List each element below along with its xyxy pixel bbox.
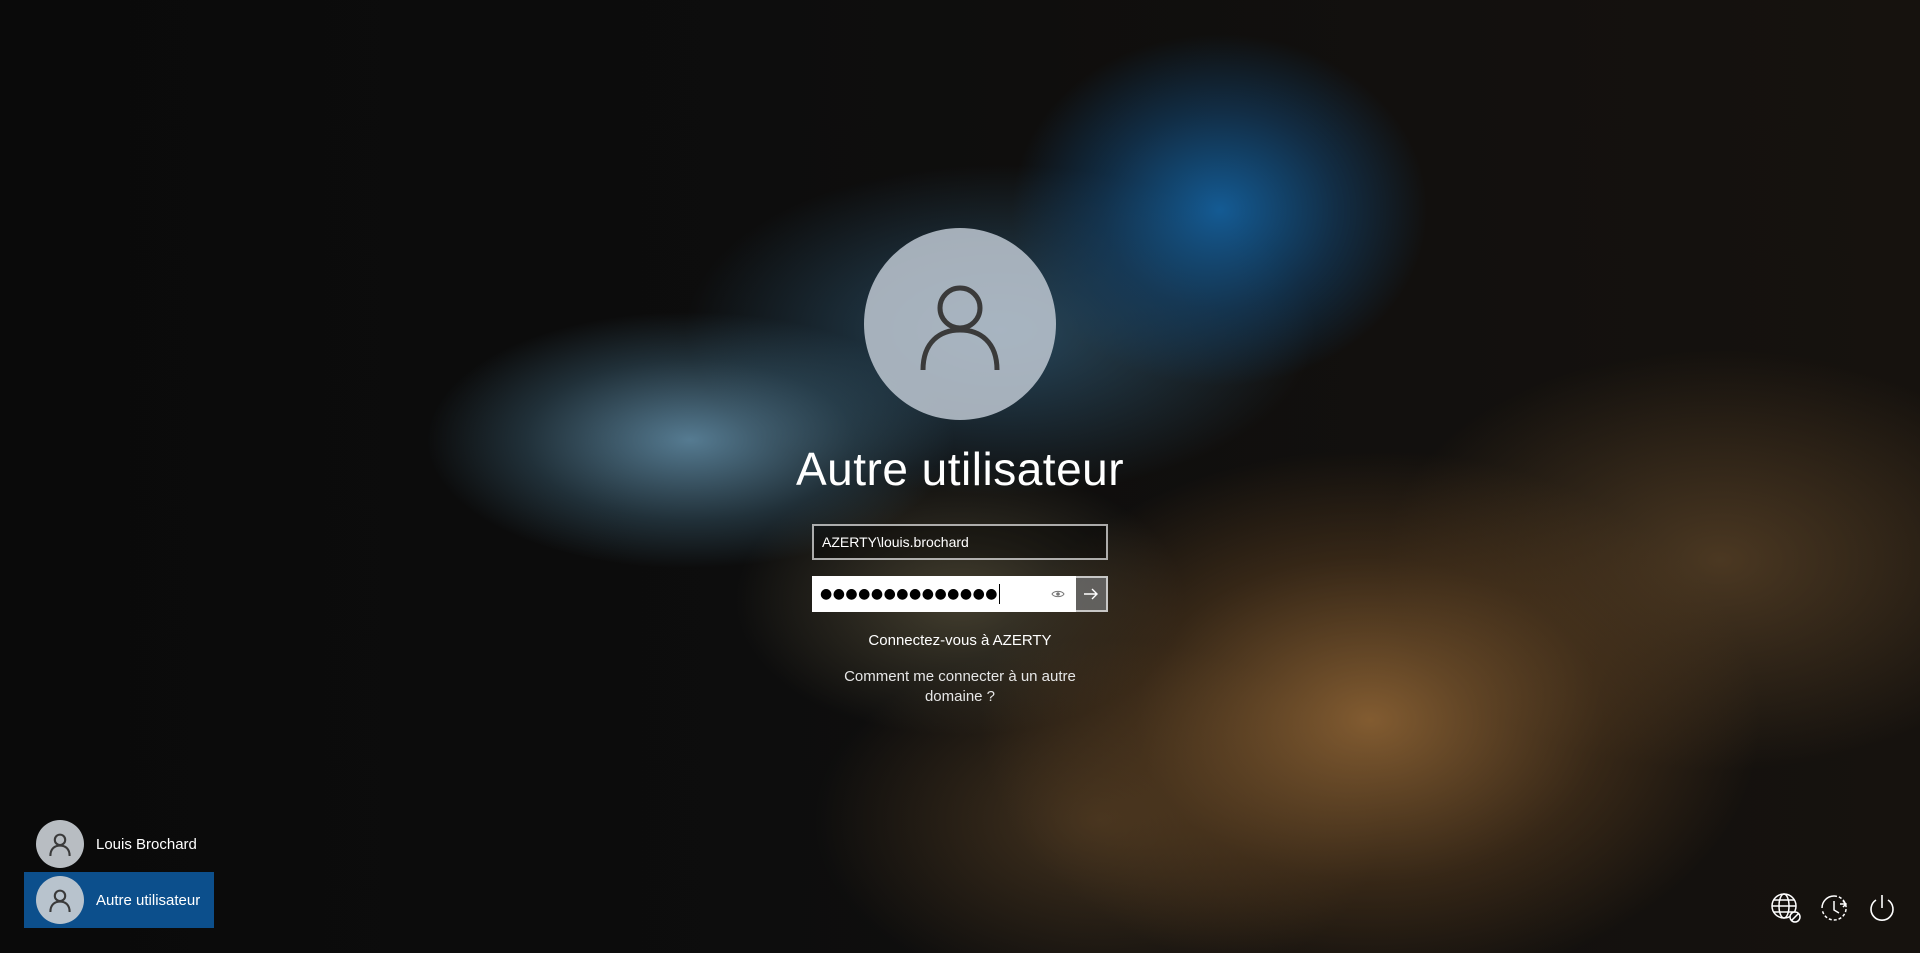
- lock-screen: Autre utilisateur AZERTY\louis.brochard …: [0, 0, 1920, 953]
- network-button[interactable]: [1770, 890, 1802, 926]
- user-silhouette-icon: [920, 285, 1000, 371]
- submit-button[interactable]: [1076, 576, 1108, 612]
- power-button[interactable]: [1866, 890, 1898, 926]
- user-name: Louis Brochard: [96, 835, 197, 853]
- avatar: [36, 876, 84, 924]
- ease-of-access-icon: [1821, 895, 1848, 921]
- user-silhouette-icon: [49, 833, 71, 857]
- password-field[interactable]: ●●●●●●●●●●●●●●: [812, 576, 1076, 612]
- avatar: [36, 820, 84, 868]
- user-list: Louis Brochard Autre utilisateur: [24, 816, 214, 928]
- eye-icon[interactable]: [1048, 584, 1068, 604]
- power-icon: [1870, 895, 1894, 921]
- user-avatar-large: [864, 228, 1056, 420]
- password-row: ●●●●●●●●●●●●●●: [812, 576, 1108, 612]
- user-list-item-louis-brochard[interactable]: Louis Brochard: [24, 816, 214, 872]
- network-globe-icon: [1771, 893, 1801, 923]
- system-tray: [1770, 890, 1898, 926]
- user-silhouette-icon: [49, 889, 71, 913]
- other-domain-link[interactable]: Comment me connecter à un autre domaine …: [840, 667, 1080, 707]
- user-name: Autre utilisateur: [96, 891, 201, 909]
- password-masked-value: ●●●●●●●●●●●●●●: [820, 586, 999, 602]
- user-title: Autre utilisateur: [795, 443, 1125, 495]
- domain-text: Connectez-vous à AZERTY: [868, 632, 1052, 649]
- username-value: AZERTY\louis.brochard: [822, 534, 969, 550]
- ease-of-access-button[interactable]: [1818, 890, 1850, 926]
- text-caret: [999, 584, 1001, 604]
- username-field[interactable]: AZERTY\louis.brochard: [812, 524, 1108, 560]
- login-panel: Autre utilisateur AZERTY\louis.brochard …: [796, 228, 1124, 707]
- user-list-item-autre-utilisateur[interactable]: Autre utilisateur: [24, 872, 214, 928]
- arrow-right-icon: [1084, 588, 1098, 600]
